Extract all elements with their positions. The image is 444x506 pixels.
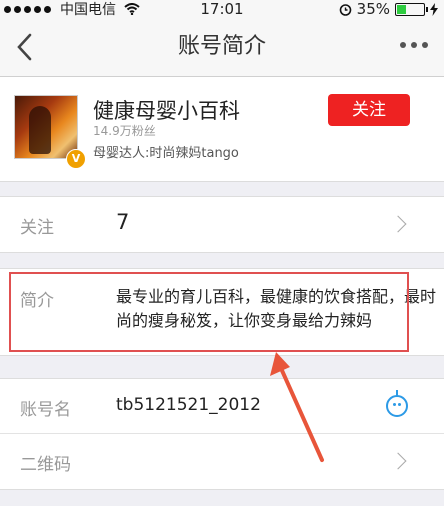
alarm-icon — [339, 3, 351, 16]
qrcode-label: 二维码 — [20, 455, 71, 475]
follow-label: 关注 — [20, 218, 54, 238]
follow-count: 7 — [116, 210, 130, 234]
follow-button[interactable]: 关注 — [328, 94, 410, 126]
account-label: 账号名 — [20, 400, 71, 420]
more-dots-icon[interactable] — [400, 40, 430, 50]
verified-badge: V — [66, 149, 86, 169]
wifi-icon — [124, 3, 140, 15]
profile-name: 健康母婴小百科 — [93, 99, 240, 123]
account-row: 账号名 tb5121521_2012 — [0, 378, 444, 434]
signal-dot-icon — [24, 5, 31, 13]
highlight-box — [9, 272, 409, 352]
charging-bolt-icon — [430, 2, 438, 16]
battery-percent: 35% — [356, 0, 390, 18]
battery-icon — [395, 2, 428, 16]
signal-dot-icon — [4, 5, 11, 13]
status-bar: 17:01 中国电信 35% — [0, 0, 444, 18]
chevron-left-icon[interactable] — [14, 32, 34, 62]
chevron-right-icon — [389, 215, 407, 233]
status-right: 35% — [339, 0, 438, 18]
profile-fans: 14.9万粉丝 — [93, 124, 156, 138]
profile-description: 母婴达人:时尚辣妈tango — [93, 146, 239, 161]
avatar[interactable] — [14, 95, 78, 159]
chevron-right-icon — [389, 452, 407, 470]
page-title: 账号简介 — [177, 34, 266, 59]
account-name: tb5121521_2012 — [116, 395, 261, 415]
signal-dot-icon — [34, 5, 41, 13]
copy-face-icon[interactable] — [386, 390, 408, 417]
signal-dot-icon — [14, 5, 21, 13]
profile-card: V 健康母婴小百科 14.9万粉丝 母婴达人:时尚辣妈tango 关注 — [0, 77, 444, 182]
qrcode-row[interactable]: 二维码 — [0, 433, 444, 490]
signal-dot-icon — [44, 5, 51, 13]
signal-carrier: 中国电信 — [4, 0, 140, 18]
carrier-name: 中国电信 — [60, 2, 116, 18]
follow-row[interactable]: 关注 7 — [0, 196, 444, 253]
nav-bar: 账号简介 — [0, 18, 444, 77]
